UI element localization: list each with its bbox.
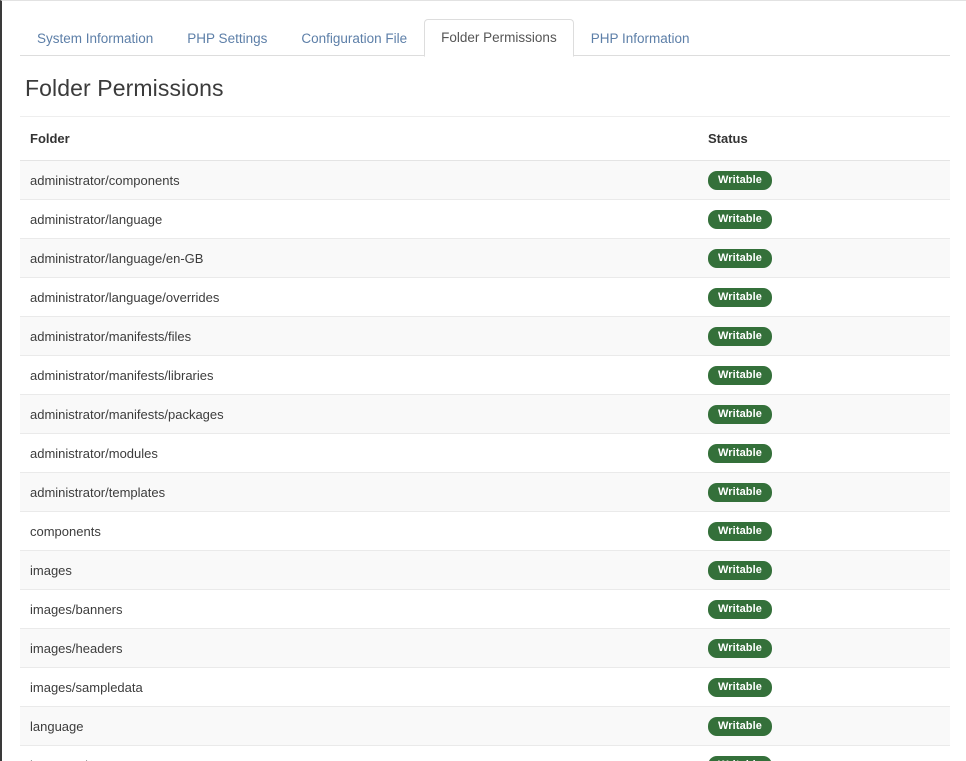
status-badge: Writable [708, 756, 772, 761]
status-badge: Writable [708, 444, 772, 463]
folder-path-cell: administrator/modules [20, 434, 698, 473]
table-header: Folder Status [20, 117, 950, 161]
folder-status-cell: Writable [698, 356, 950, 395]
table-row: administrator/components Writable [20, 161, 950, 200]
status-badge: Writable [708, 171, 772, 190]
status-badge: Writable [708, 639, 772, 658]
folder-path-cell: administrator/manifests/files [20, 317, 698, 356]
folder-path-cell: administrator/language [20, 200, 698, 239]
folder-status-cell: Writable [698, 746, 950, 761]
folder-permissions-table: Folder Status administrator/components Wr… [20, 117, 950, 761]
status-badge: Writable [708, 678, 772, 697]
status-badge: Writable [708, 561, 772, 580]
folder-status-cell: Writable [698, 239, 950, 278]
table-row: language Writable [20, 707, 950, 746]
table-row: administrator/manifests/files Writable [20, 317, 950, 356]
table-row: administrator/manifests/libraries Writabl… [20, 356, 950, 395]
folder-status-cell: Writable [698, 317, 950, 356]
table-row: language/en-GB Writable [20, 746, 950, 761]
folder-path-cell: administrator/templates [20, 473, 698, 512]
column-header-status: Status [698, 117, 950, 161]
table-row: administrator/templates Writable [20, 473, 950, 512]
folder-path-cell: components [20, 512, 698, 551]
folder-path-cell: images/sampledata [20, 668, 698, 707]
tab-php-information[interactable]: PHP Information [574, 20, 707, 57]
page-title: Folder Permissions [20, 56, 950, 116]
tab-list: System InformationPHP SettingsConfigurat… [20, 1, 966, 56]
folder-permissions-page: System InformationPHP SettingsConfigurat… [2, 1, 966, 761]
folder-path-cell: administrator/manifests/packages [20, 395, 698, 434]
folder-status-cell: Writable [698, 395, 950, 434]
folder-status-cell: Writable [698, 551, 950, 590]
folder-status-cell: Writable [698, 200, 950, 239]
status-badge: Writable [708, 522, 772, 541]
folder-status-cell: Writable [698, 473, 950, 512]
folder-path-cell: language [20, 707, 698, 746]
table-row: administrator/language/en-GB Writable [20, 239, 950, 278]
folder-status-cell: Writable [698, 278, 950, 317]
folder-path-cell: images [20, 551, 698, 590]
folder-status-cell: Writable [698, 668, 950, 707]
status-badge: Writable [708, 288, 772, 307]
status-badge: Writable [708, 327, 772, 346]
status-badge: Writable [708, 717, 772, 736]
status-badge: Writable [708, 210, 772, 229]
folder-status-cell: Writable [698, 434, 950, 473]
tab-system-information[interactable]: System Information [20, 20, 170, 57]
status-badge: Writable [708, 249, 772, 268]
table-row: administrator/language/overrides Writable [20, 278, 950, 317]
folder-status-cell: Writable [698, 161, 950, 200]
status-badge: Writable [708, 405, 772, 424]
table-header-row: Folder Status [20, 117, 950, 161]
folder-status-cell: Writable [698, 512, 950, 551]
table-row: components Writable [20, 512, 950, 551]
folder-path-cell: administrator/manifests/libraries [20, 356, 698, 395]
table-row: administrator/manifests/packages Writable [20, 395, 950, 434]
tab-panel-folder-permissions: Folder Permissions Folder Status adminis… [2, 56, 966, 761]
status-badge: Writable [708, 483, 772, 502]
status-badge: Writable [708, 366, 772, 385]
tab-configuration-file[interactable]: Configuration File [284, 20, 424, 57]
table-row: administrator/modules Writable [20, 434, 950, 473]
folder-status-cell: Writable [698, 707, 950, 746]
table-row: administrator/language Writable [20, 200, 950, 239]
tab-php-settings[interactable]: PHP Settings [170, 20, 284, 57]
table-body: administrator/componentsWritableadminist… [20, 161, 950, 761]
status-badge: Writable [708, 600, 772, 619]
folder-path-cell: administrator/language/overrides [20, 278, 698, 317]
table-row: images/headers Writable [20, 629, 950, 668]
folder-path-cell: language/en-GB [20, 746, 698, 761]
folder-path-cell: administrator/components [20, 161, 698, 200]
folder-path-cell: images/banners [20, 590, 698, 629]
folder-status-cell: Writable [698, 629, 950, 668]
table-row: images Writable [20, 551, 950, 590]
table-row: images/banners Writable [20, 590, 950, 629]
tab-bar: System InformationPHP SettingsConfigurat… [2, 1, 966, 56]
column-header-folder: Folder [20, 117, 698, 161]
tab-folder-permissions[interactable]: Folder Permissions [424, 19, 574, 57]
table-row: images/sampledata Writable [20, 668, 950, 707]
folder-path-cell: images/headers [20, 629, 698, 668]
folder-path-cell: administrator/language/en-GB [20, 239, 698, 278]
folder-status-cell: Writable [698, 590, 950, 629]
